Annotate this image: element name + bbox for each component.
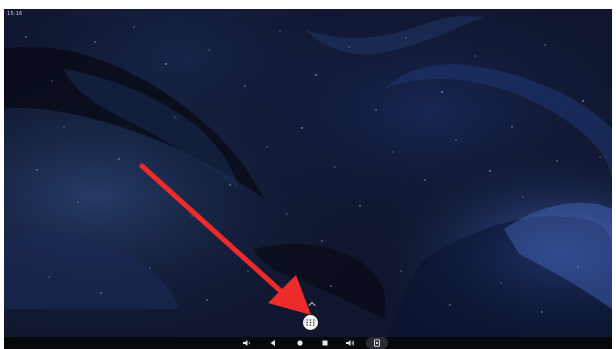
volume-up-button[interactable] xyxy=(345,339,355,347)
app-drawer-button[interactable] xyxy=(303,315,318,330)
back-triangle-icon xyxy=(270,340,275,346)
volume-down-button[interactable] xyxy=(242,339,252,347)
chevron-up-icon[interactable] xyxy=(308,301,316,307)
volume-down-icon xyxy=(243,340,250,346)
apps-grid-icon xyxy=(306,319,315,326)
home-circle-icon xyxy=(297,340,303,346)
status-bar-clock: 15:16 xyxy=(7,11,23,17)
recents-button[interactable] xyxy=(320,339,330,347)
screenshot-button[interactable] xyxy=(372,339,382,347)
navigation-bar xyxy=(4,337,612,349)
home-button[interactable] xyxy=(295,339,305,347)
recents-square-icon xyxy=(322,340,328,346)
screenshot-icon xyxy=(374,339,380,347)
back-button[interactable] xyxy=(268,339,278,347)
volume-up-icon xyxy=(346,340,355,346)
device-screen: 15:16 xyxy=(4,9,612,349)
wallpaper-image xyxy=(4,9,612,349)
